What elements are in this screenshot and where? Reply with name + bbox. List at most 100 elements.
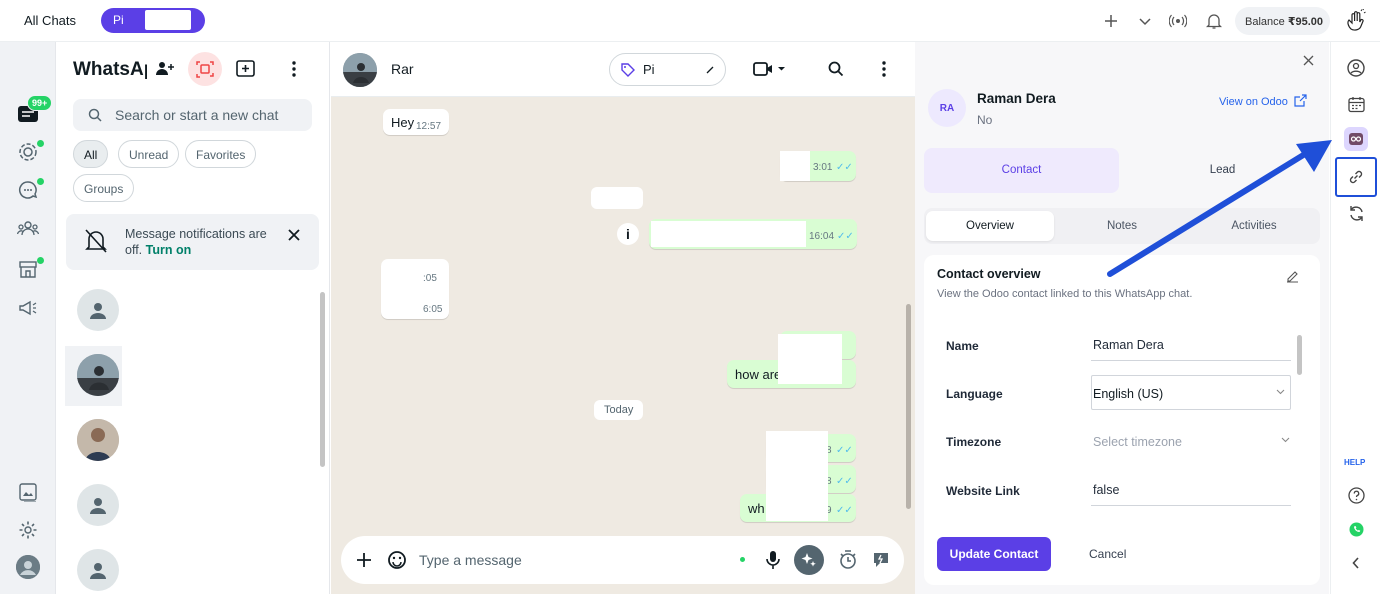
- message-composer: Type a message: [341, 536, 904, 584]
- message-input[interactable]: Type a message: [419, 552, 522, 568]
- field-underline: [1091, 505, 1291, 506]
- contact-avatar[interactable]: [343, 53, 377, 87]
- workspace-pill-label: Pi: [113, 13, 124, 27]
- turn-on-link[interactable]: Turn on: [146, 243, 192, 257]
- close-icon[interactable]: [1303, 55, 1314, 66]
- whatsapp-icon[interactable]: [1344, 517, 1368, 541]
- media-icon[interactable]: [16, 480, 40, 504]
- link-icon[interactable]: [1335, 157, 1377, 197]
- notification-banner: Message notifications are off. Turn on: [66, 214, 319, 270]
- user-circle-icon[interactable]: [1344, 56, 1368, 80]
- chat-avatar-photo[interactable]: [77, 354, 119, 396]
- chat-avatar[interactable]: [77, 289, 119, 331]
- outgoing-message[interactable]: 3:01 ✓✓: [780, 151, 856, 181]
- search-icon[interactable]: [828, 61, 844, 77]
- microphone-icon[interactable]: [766, 550, 780, 570]
- filter-favorites[interactable]: Favorites: [185, 140, 257, 168]
- balance-value: ₹95.00: [1287, 16, 1324, 28]
- outgoing-message[interactable]: 16:04 ✓✓: [649, 219, 857, 249]
- communities-icon[interactable]: [16, 216, 40, 240]
- incoming-message[interactable]: :05 6:05: [381, 259, 449, 319]
- filter-all[interactable]: All: [73, 140, 109, 168]
- contact-name[interactable]: Rar: [391, 61, 414, 77]
- website-link-input[interactable]: false: [1093, 483, 1119, 497]
- read-receipt-icon: ✓✓: [836, 162, 853, 173]
- ai-icon[interactable]: [794, 545, 824, 575]
- chevron-down-icon[interactable]: [1134, 10, 1156, 32]
- redacted-block: [651, 221, 806, 247]
- profile-avatar[interactable]: [16, 555, 40, 579]
- settings-icon[interactable]: [16, 518, 40, 542]
- bell-icon[interactable]: [1203, 10, 1225, 32]
- search-icon: [88, 108, 102, 122]
- incoming-message[interactable]: Hey 12:57: [383, 109, 449, 135]
- view-on-odoo-link[interactable]: View on Odoo: [1219, 96, 1288, 108]
- section-description: View the Odoo contact linked to this Wha…: [937, 288, 1193, 300]
- chat-avatar-photo[interactable]: [77, 419, 119, 461]
- update-contact-button[interactable]: Update Contact: [937, 537, 1051, 571]
- filter-unread[interactable]: Unread: [118, 140, 180, 168]
- redacted-block: [780, 151, 810, 181]
- scrollbar-thumb[interactable]: [1297, 335, 1302, 375]
- contact-name: Raman Dera: [977, 91, 1056, 106]
- info-icon[interactable]: i: [617, 223, 639, 245]
- menu-dots-icon[interactable]: [291, 61, 297, 77]
- chevron-down-icon[interactable]: [1281, 437, 1290, 443]
- redacted-block: [145, 10, 191, 30]
- status-unread-dot: [37, 140, 44, 147]
- tag-selector[interactable]: Pi: [609, 53, 726, 86]
- field-underline: [1091, 360, 1291, 361]
- video-call-icon[interactable]: [753, 61, 787, 77]
- workspace-pill[interactable]: Pi: [101, 8, 205, 33]
- tab-contact[interactable]: Contact: [924, 148, 1119, 193]
- plus-icon[interactable]: [356, 552, 372, 568]
- channels-unread-dot: [37, 178, 44, 185]
- plus-icon[interactable]: [1100, 10, 1122, 32]
- tag-label: Pi: [643, 62, 655, 77]
- megaphone-icon[interactable]: [16, 296, 40, 320]
- broadcast-icon[interactable]: [1167, 10, 1189, 32]
- field-label-name: Name: [946, 339, 979, 353]
- filter-groups[interactable]: Groups: [73, 174, 135, 202]
- scrollbar[interactable]: [320, 292, 325, 467]
- store-unread-dot: [37, 257, 44, 264]
- field-label-language: Language: [946, 387, 1003, 401]
- chat-avatar[interactable]: [77, 484, 119, 526]
- help-icon[interactable]: [1344, 483, 1368, 507]
- calendar-icon[interactable]: [1344, 92, 1368, 116]
- scrollbar[interactable]: [906, 100, 911, 522]
- read-receipt-icon: ✓✓: [836, 476, 853, 487]
- all-chats-tab[interactable]: All Chats: [24, 13, 76, 28]
- message-time: 12:57: [416, 121, 442, 132]
- close-icon[interactable]: [287, 228, 301, 242]
- quick-reply-icon[interactable]: [872, 551, 890, 569]
- add-contact-icon[interactable]: [155, 60, 175, 78]
- help-label[interactable]: HELP: [1344, 458, 1365, 467]
- unread-count-badge: 99+: [27, 95, 53, 111]
- cancel-button[interactable]: Cancel: [1089, 547, 1126, 561]
- scrollbar-thumb[interactable]: [906, 304, 911, 509]
- sticker-icon[interactable]: [387, 550, 407, 570]
- menu-dots-icon[interactable]: [881, 61, 887, 77]
- scan-icon[interactable]: [188, 52, 222, 86]
- new-chat-icon[interactable]: [236, 60, 255, 77]
- wave-hand-icon[interactable]: [1343, 8, 1369, 34]
- chevron-left-icon[interactable]: [1344, 551, 1368, 575]
- contact-avatar: RA: [928, 89, 966, 127]
- contact-subtitle: No: [977, 113, 993, 127]
- balance-badge[interactable]: Balance ₹95.00: [1235, 7, 1330, 35]
- sync-icon[interactable]: [1344, 201, 1368, 225]
- chat-avatar[interactable]: [77, 549, 119, 591]
- language-select[interactable]: English (US): [1091, 375, 1291, 410]
- field-label-timezone: Timezone: [946, 435, 1002, 449]
- left-rail: 99+: [0, 42, 56, 594]
- subtab-overview[interactable]: Overview: [926, 211, 1054, 241]
- odoo-icon[interactable]: [1344, 127, 1368, 151]
- field-name-input[interactable]: Raman Dera: [1093, 338, 1164, 352]
- redacted-block: [766, 431, 828, 521]
- timezone-select[interactable]: Select timezone: [1093, 435, 1182, 449]
- external-link-icon[interactable]: [1294, 94, 1307, 107]
- chevron-down-icon: [1276, 389, 1285, 395]
- timer-icon[interactable]: [838, 550, 858, 570]
- search-input[interactable]: Search or start a new chat: [73, 99, 312, 131]
